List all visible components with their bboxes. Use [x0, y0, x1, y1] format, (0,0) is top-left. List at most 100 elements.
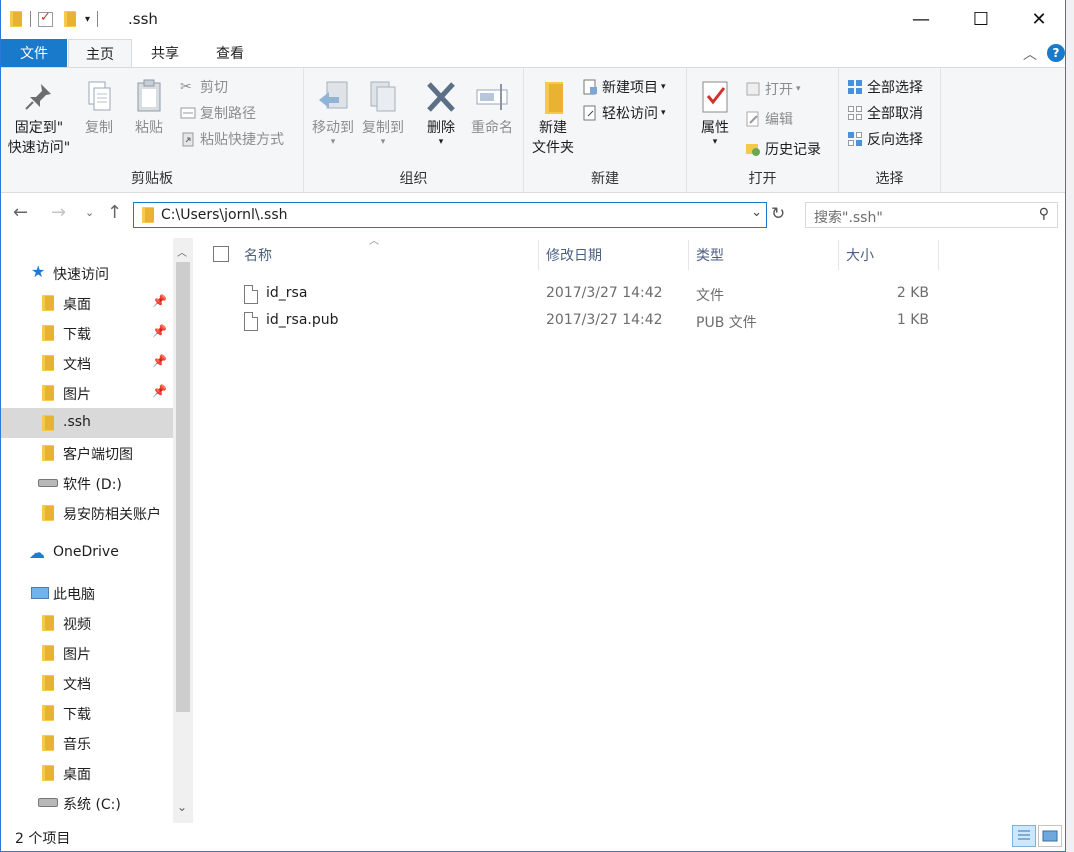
help-icon[interactable]: ?	[1047, 44, 1065, 62]
nav-item-client-slices[interactable]: 客户端切图	[1, 438, 173, 468]
videos-folder-icon	[41, 615, 55, 631]
invert-selection-icon	[847, 131, 863, 147]
select-group: 全部选择 全部取消 反向选择 选择	[839, 68, 941, 192]
select-none-button[interactable]: 全部取消	[847, 102, 923, 124]
navigation-pane: ★ 快速访问 桌面 📌 下载 📌 文档 📌 图片 📌 .ssh 客户端切图 软件…	[1, 238, 194, 823]
tab-home[interactable]: 主页	[68, 39, 132, 68]
nav-item-documents[interactable]: 文档 📌	[1, 348, 173, 378]
recent-locations-chevron-icon[interactable]: ⌄	[85, 206, 94, 219]
forward-arrow-icon[interactable]: →	[51, 202, 66, 223]
file-type: 文件	[696, 288, 724, 304]
paste-shortcut-button[interactable]: 粘贴快捷方式	[180, 128, 284, 150]
customize-toolbar-dropdown-icon[interactable]: ▾	[85, 14, 90, 25]
new-item-button[interactable]: 新建项目 ▾	[582, 76, 666, 98]
open-button[interactable]: 打开 ▾	[745, 78, 801, 100]
pin-to-quick-access-button[interactable]: 固定到" 快速访问"	[5, 78, 73, 158]
tab-file[interactable]: 文件	[1, 39, 67, 67]
nav-item-desktop[interactable]: 桌面 📌	[1, 288, 173, 318]
search-icon[interactable]: ⚲	[1039, 206, 1049, 222]
column-header-size[interactable]: 大小	[846, 240, 874, 270]
scroll-up-arrow-icon[interactable]: ︿	[177, 244, 187, 259]
pin-icon[interactable]: 📌	[152, 384, 167, 398]
tab-view[interactable]: 查看	[197, 39, 263, 67]
nav-this-pc[interactable]: 此电脑	[1, 578, 173, 608]
pin-icon[interactable]: 📌	[152, 324, 167, 338]
file-type: PUB 文件	[696, 315, 757, 331]
nav-item-ssh[interactable]: .ssh	[1, 408, 173, 438]
new-item-icon	[582, 79, 598, 95]
maximize-button[interactable]: ☐	[951, 0, 1011, 38]
new-folder-button[interactable]: 新建 文件夹	[528, 78, 578, 158]
file-row[interactable]: id_rsa.pub 2017/3/27 14:42 PUB 文件 1 KB	[238, 308, 938, 334]
open-group-label: 打开	[748, 171, 777, 187]
open-icon	[745, 81, 761, 97]
nav-scrollbar-thumb[interactable]	[176, 262, 190, 712]
properties-quick-icon[interactable]	[38, 10, 53, 27]
collapse-ribbon-chevron-icon[interactable]: ︿	[1023, 44, 1037, 64]
file-row[interactable]: id_rsa 2017/3/27 14:42 文件 2 KB	[238, 281, 938, 307]
nav-item-downloads[interactable]: 下载 📌	[1, 318, 173, 348]
invert-selection-button[interactable]: 反向选择	[847, 128, 923, 150]
history-icon	[745, 141, 761, 157]
search-box[interactable]: 搜索".ssh" ⚲	[805, 202, 1058, 228]
address-path[interactable]: C:\Users\jornl\.ssh	[161, 207, 288, 223]
window-title: .ssh	[128, 10, 158, 28]
select-all-checkbox[interactable]	[213, 246, 229, 262]
select-all-button[interactable]: 全部选择	[847, 76, 923, 98]
nav-item-pictures[interactable]: 图片 📌	[1, 378, 173, 408]
nav-onedrive[interactable]: ☁ OneDrive	[1, 538, 173, 568]
downloads-folder-icon	[41, 325, 55, 341]
scroll-down-arrow-icon[interactable]: ⌄	[177, 800, 187, 814]
history-button[interactable]: 历史记录	[745, 138, 821, 160]
new-group: 新建 文件夹 新建项目 ▾ 轻松访问 ▾ 新建	[524, 68, 687, 192]
nav-item-pc-downloads[interactable]: 下载	[1, 698, 173, 728]
pin-icon[interactable]: 📌	[152, 354, 167, 368]
nav-item-music[interactable]: 音乐	[1, 728, 173, 758]
folder-icon	[41, 415, 55, 431]
details-view-button[interactable]	[1012, 825, 1036, 847]
refresh-icon[interactable]: ↻	[771, 204, 785, 224]
copy-to-button[interactable]: 复制到 ▾	[358, 78, 408, 147]
properties-button[interactable]: 属性 ▾	[693, 78, 737, 147]
file-size: 2 KB	[896, 285, 929, 301]
status-bar: 2 个项目	[1, 823, 1065, 851]
new-folder-quick-icon[interactable]	[63, 11, 77, 27]
tab-share[interactable]: 共享	[134, 39, 196, 67]
nav-item-pc-desktop[interactable]: 桌面	[1, 758, 173, 788]
edit-button[interactable]: 编辑	[745, 108, 793, 130]
nav-item-drive-c[interactable]: 系统 (C:)	[1, 788, 173, 818]
column-header-type[interactable]: 类型	[696, 240, 724, 270]
nav-item-drive-d[interactable]: 软件 (D:)	[1, 468, 173, 498]
address-bar[interactable]: C:\Users\jornl\.ssh ⌄	[133, 202, 767, 228]
nav-item-videos[interactable]: 视频	[1, 608, 173, 638]
nav-item-pc-pictures[interactable]: 图片	[1, 638, 173, 668]
search-placeholder: 搜索".ssh"	[814, 210, 883, 226]
folder-icon	[41, 505, 55, 521]
cut-button[interactable]: ✂ 剪切	[180, 76, 228, 98]
nav-item-pc-documents[interactable]: 文档	[1, 668, 173, 698]
file-name: id_rsa	[266, 285, 308, 301]
nav-quick-access[interactable]: ★ 快速访问	[1, 258, 173, 288]
scissors-icon: ✂	[180, 79, 192, 95]
close-button[interactable]: ✕	[1009, 0, 1069, 38]
music-folder-icon	[41, 735, 55, 751]
easy-access-button[interactable]: 轻松访问 ▾	[582, 102, 666, 124]
column-header-name[interactable]: 名称	[244, 240, 272, 270]
nav-item-yianfang-accounts[interactable]: 易安防相关账户	[1, 498, 173, 528]
rename-button[interactable]: 重命名	[466, 78, 518, 138]
details-view-icon	[1018, 830, 1030, 840]
title-bar: ▾ .ssh — ☐ ✕	[1, 0, 1065, 38]
delete-button[interactable]: 删除 ▾	[418, 78, 464, 147]
column-header-date[interactable]: 修改日期	[546, 240, 602, 270]
pin-icon[interactable]: 📌	[152, 294, 167, 308]
copy-button[interactable]: 复制	[79, 78, 119, 138]
copy-path-button[interactable]: 复制路径	[180, 102, 256, 124]
paste-button[interactable]: 粘贴	[129, 78, 169, 138]
large-icons-view-button[interactable]	[1038, 825, 1062, 847]
address-dropdown-chevron-icon[interactable]: ⌄	[751, 205, 762, 220]
large-icons-view-icon	[1042, 830, 1058, 842]
back-arrow-icon[interactable]: ←	[13, 202, 28, 223]
move-to-button[interactable]: 移动到 ▾	[308, 78, 358, 147]
up-arrow-icon[interactable]: ↑	[107, 202, 122, 223]
minimize-button[interactable]: —	[891, 0, 951, 38]
